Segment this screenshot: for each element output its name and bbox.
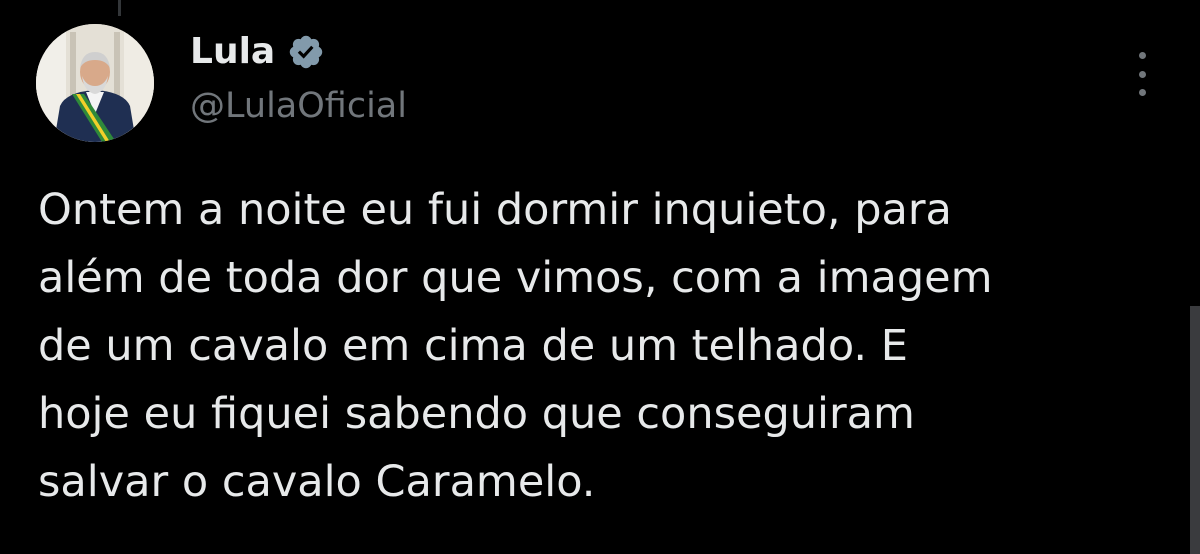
author-name-row: Lula	[190, 28, 325, 76]
tweet-text-line: além de toda dor que vimos, com a imagem	[38, 253, 993, 303]
tweet-text-line: Ontem a noite eu fui dormir inquieto, pa…	[38, 185, 952, 235]
more-options-icon[interactable]	[1122, 52, 1162, 96]
author-display-name[interactable]: Lula	[190, 28, 275, 76]
scrollbar-thumb[interactable]	[1190, 306, 1200, 554]
more-dot	[1138, 52, 1146, 59]
tweet-text-line: de um cavalo em cima de um telhado. E	[38, 321, 908, 371]
avatar-photo	[36, 24, 154, 142]
thread-connector-line	[118, 0, 121, 16]
verified-badge-icon[interactable]	[287, 33, 325, 71]
author-handle[interactable]: @LulaOficial	[190, 82, 407, 130]
more-dot	[1138, 89, 1146, 96]
tweet-text: Ontem a noite eu fui dormir inquieto, pa…	[38, 176, 1168, 516]
tweet-text-line: hoje eu fiquei sabendo que conseguiram	[38, 389, 915, 439]
tweet-text-line: salvar o cavalo Caramelo.	[38, 457, 596, 507]
more-dot	[1138, 70, 1146, 78]
avatar[interactable]	[36, 24, 154, 142]
